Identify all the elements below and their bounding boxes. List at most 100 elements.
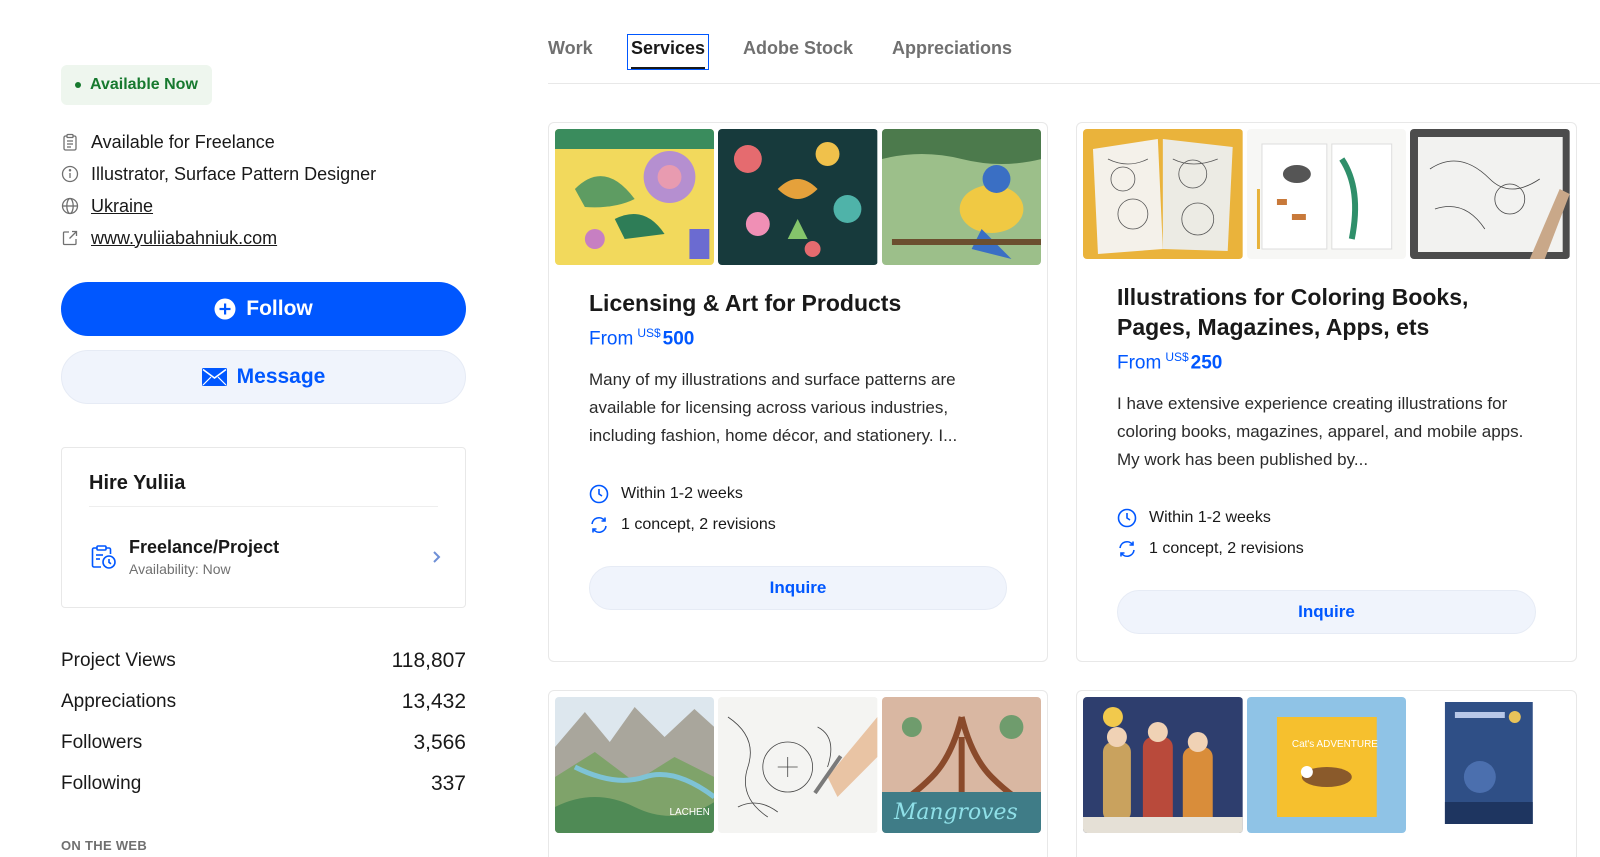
stat-row-followers[interactable]: Followers 3,566 xyxy=(61,722,466,763)
stat-label: Followers xyxy=(61,731,143,753)
info-row-website: www.yuliiabahniuk.com xyxy=(61,222,466,254)
timeline-text: Within 1-2 weeks xyxy=(621,484,743,502)
revisions-text: 1 concept, 2 revisions xyxy=(621,515,776,533)
stat-value: 118,807 xyxy=(391,648,466,672)
service-price: From US$ 500 xyxy=(589,326,1007,350)
card-thumbnails xyxy=(555,129,1041,265)
envelope-icon xyxy=(201,368,227,386)
message-button[interactable]: Message xyxy=(61,350,466,404)
stat-label: Appreciations xyxy=(61,690,177,712)
thumb-label-lachen: LACHEN xyxy=(670,807,710,818)
info-row-occupation: Illustrator, Surface Pattern Designer xyxy=(61,158,466,190)
thumbnail-image xyxy=(718,129,878,265)
service-title: Licensing & Art for Products xyxy=(589,290,902,316)
message-label: Message xyxy=(236,365,326,388)
profile-tabs: Work Services Adobe Stock Appreciations xyxy=(548,0,1600,84)
card-thumbnails xyxy=(1083,129,1571,259)
stat-label: Project Views xyxy=(61,649,176,671)
info-icon xyxy=(61,165,79,183)
info-text: Illustrator, Surface Pattern Designer xyxy=(91,163,377,184)
service-card[interactable]: Cat's ADVENTURE xyxy=(1076,690,1577,857)
thumb-label-mangroves: Mangroves xyxy=(893,800,1018,825)
availability-label: Available Now xyxy=(90,76,198,93)
timeline-text: Within 1-2 weeks xyxy=(1149,508,1271,526)
meta-timeline: Within 1-2 weeks xyxy=(1117,502,1536,533)
tab-appreciations[interactable]: Appreciations xyxy=(892,38,1012,59)
service-title: Illustrations for Coloring Books, Pages,… xyxy=(1117,284,1469,340)
thumbnail-image xyxy=(1083,129,1243,259)
thumbnail-image xyxy=(555,129,715,265)
price-prefix: From xyxy=(589,328,634,350)
price-currency: US$ xyxy=(1165,350,1189,364)
info-row-location: Ukraine xyxy=(61,190,466,222)
status-dot-icon xyxy=(75,82,81,88)
price-amount: 500 xyxy=(662,328,695,350)
thumbnail-image: LACHEN xyxy=(555,697,715,833)
stat-row-appreciations: Appreciations 13,432 xyxy=(61,681,466,722)
service-meta: Within 1-2 weeks 1 concept, 2 revisions xyxy=(1117,502,1536,564)
service-card[interactable]: Illustrations for Coloring Books, Pages,… xyxy=(1076,122,1577,662)
stat-value: 3,566 xyxy=(413,730,466,754)
location-link[interactable]: Ukraine xyxy=(91,196,153,217)
hire-item-title: Freelance/Project xyxy=(129,537,280,557)
stat-row-following[interactable]: Following 337 xyxy=(61,763,466,804)
profile-stats: Project Views 118,807 Appreciations 13,4… xyxy=(61,640,466,804)
meta-revisions: 1 concept, 2 revisions xyxy=(1117,533,1536,564)
thumb-label-book: Cat's ADVENTURE xyxy=(1292,739,1378,750)
service-meta: Within 1-2 weeks 1 concept, 2 revisions xyxy=(589,478,1007,540)
on-the-web-heading: ON THE WEB xyxy=(61,838,148,853)
inquire-button[interactable]: Inquire xyxy=(1117,590,1536,635)
refresh-icon xyxy=(591,516,607,533)
thumbnail-image: Mangroves xyxy=(881,697,1041,833)
card-body: Illustrations for Coloring Books, Pages,… xyxy=(1117,282,1536,635)
follow-button[interactable]: Follow xyxy=(61,282,466,336)
thumbnail-image xyxy=(718,697,878,833)
stat-value: 337 xyxy=(430,771,466,795)
tab-adobe-stock[interactable]: Adobe Stock xyxy=(743,38,853,59)
tab-services[interactable]: Services xyxy=(627,34,710,70)
stat-label: Following xyxy=(61,772,142,794)
meta-revisions: 1 concept, 2 revisions xyxy=(589,509,1007,540)
clock-icon xyxy=(589,484,609,504)
hire-title: Hire Yuliia xyxy=(89,472,186,494)
website-link[interactable]: www.yuliiabahniuk.com xyxy=(91,228,277,249)
profile-info-list: Available for Freelance Illustrator, Sur… xyxy=(61,126,466,254)
price-currency: US$ xyxy=(637,326,661,340)
info-row-freelance: Available for Freelance xyxy=(61,126,466,158)
clipboard-icon xyxy=(63,133,77,151)
hire-freelance-project-item[interactable]: Freelance/Project Availability: Now xyxy=(89,532,445,582)
stat-row-project-views: Project Views 118,807 xyxy=(61,640,466,681)
card-body: Licensing & Art for Products From US$ 500 … xyxy=(589,288,1007,611)
inquire-button[interactable]: Inquire xyxy=(589,566,1007,611)
meta-timeline: Within 1-2 weeks xyxy=(589,478,1007,509)
clock-icon xyxy=(1117,508,1137,528)
card-thumbnails: LACHEN Mangroves xyxy=(555,697,1041,833)
tab-work[interactable]: Work xyxy=(548,38,593,59)
thumbnail-image xyxy=(1410,697,1571,833)
service-card[interactable]: LACHEN Mangroves xyxy=(548,690,1048,857)
info-text: Available for Freelance xyxy=(91,131,275,152)
hire-item-availability: Availability: Now xyxy=(129,561,231,577)
clipboard-clock-icon xyxy=(91,545,116,569)
thumbnail-image xyxy=(1410,129,1571,259)
thumbnail-image: Cat's ADVENTURE xyxy=(1246,697,1407,833)
service-price: From US$ 250 xyxy=(1117,350,1536,374)
globe-icon xyxy=(61,197,79,215)
card-thumbnails: Cat's ADVENTURE xyxy=(1083,697,1571,833)
revisions-text: 1 concept, 2 revisions xyxy=(1149,539,1304,557)
service-description: I have extensive experience creating ill… xyxy=(1117,394,1524,470)
divider xyxy=(89,506,438,507)
thumbnail-image xyxy=(881,129,1041,265)
refresh-icon xyxy=(1119,540,1135,557)
tab-services-label: Services xyxy=(631,38,706,58)
active-tab-underline xyxy=(631,67,706,69)
thumbnail-image xyxy=(1083,697,1243,833)
price-amount: 250 xyxy=(1190,352,1223,374)
price-prefix: From xyxy=(1117,352,1162,374)
plus-circle-icon xyxy=(214,298,236,320)
external-link-icon xyxy=(62,230,78,246)
stat-value: 13,432 xyxy=(401,689,466,713)
service-card[interactable]: Licensing & Art for Products From US$ 500 … xyxy=(548,122,1048,662)
chevron-right-icon xyxy=(433,551,441,563)
hire-card: Hire Yuliia Freelance/Project Availabili… xyxy=(61,447,466,608)
